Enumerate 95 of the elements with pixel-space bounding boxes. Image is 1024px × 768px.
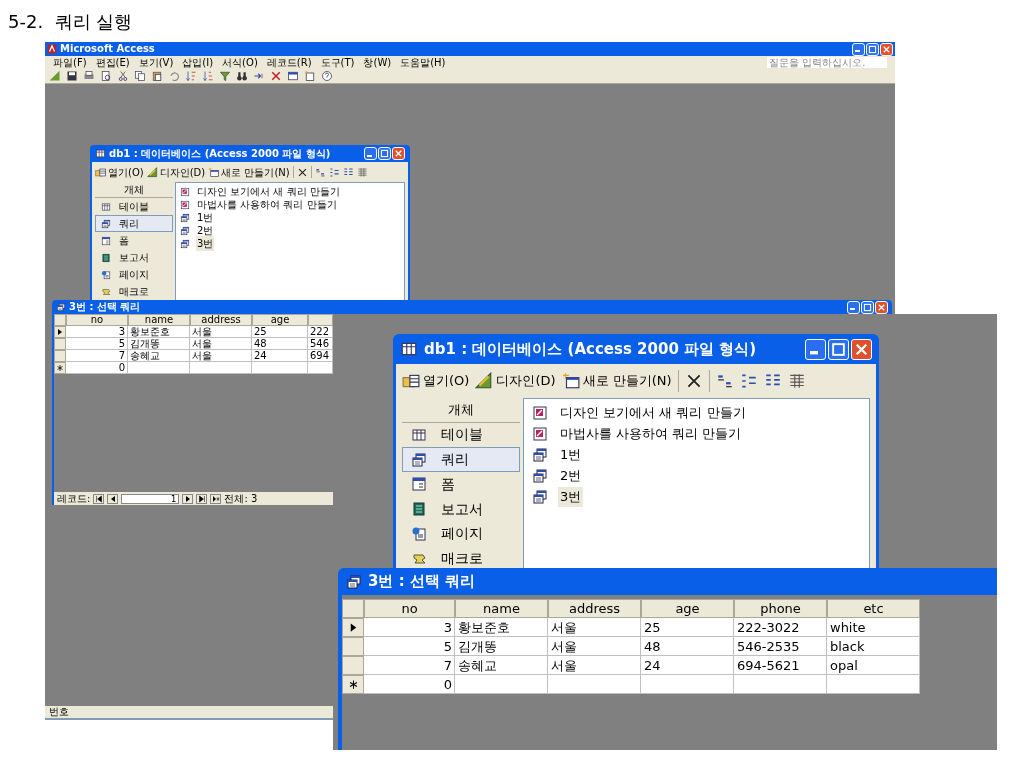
menu-item[interactable]: 삽입(I) (182, 57, 214, 68)
table-cell: 0 (364, 675, 455, 694)
toolbar-button[interactable]: 디자인(D) (146, 164, 206, 180)
menu-item[interactable]: 보기(V) (138, 57, 174, 68)
table-cell: 222 (308, 326, 333, 338)
toolbar-button[interactable]: 새로 만들기(N) (208, 164, 290, 180)
record-label: 레코드: (57, 493, 91, 504)
table-cell: 서울 (190, 338, 252, 350)
table-cell: 서울 (548, 656, 641, 675)
table-cell: 5 (364, 637, 455, 656)
toolbar-button[interactable]: 열기(O) (402, 371, 470, 391)
record-count: 전체: 3 (224, 493, 258, 504)
table-cell: 25 (252, 326, 308, 338)
toolbar-button[interactable]: 디자인(D) (475, 371, 556, 391)
table-cell: 48 (252, 338, 308, 350)
table-cell: 25 (641, 618, 734, 637)
object-type-item[interactable]: 쿼리 (95, 215, 173, 232)
table-cell: 3 (364, 618, 455, 637)
menu-item[interactable]: 도구(T) (320, 57, 355, 68)
object-list-item[interactable]: 2번 (558, 466, 584, 486)
menu-item[interactable]: 파일(F) (53, 57, 87, 68)
object-list-item[interactable]: 3번 (558, 487, 584, 507)
table-cell: white (827, 618, 920, 637)
object-type-item[interactable]: 쿼리 (402, 447, 520, 472)
column-header: phone (734, 599, 827, 618)
table-cell: 222-3022 (734, 618, 827, 637)
column-header: address (190, 314, 252, 326)
object-list-item[interactable]: 1번 (558, 445, 584, 465)
object-type-item[interactable]: 매크로 (95, 283, 173, 300)
object-type-item[interactable]: 폼 (402, 472, 520, 497)
object-type-item[interactable]: 페이지 (402, 521, 520, 547)
table-cell: 서울 (548, 637, 641, 656)
menu-item[interactable]: 편집(E) (95, 57, 130, 68)
object-type-item[interactable]: 매크로 (402, 546, 520, 571)
menu-item[interactable]: 창(W) (363, 57, 392, 68)
section-heading: 5-2. 쿼리 실행 (8, 10, 133, 34)
table-cell: 서울 (190, 350, 252, 362)
object-list-item[interactable]: 1번 (196, 210, 215, 225)
table-cell: 김개똥 (128, 338, 190, 350)
table-cell: 황보준호 (128, 326, 190, 338)
objects-header: 개체 (95, 182, 173, 198)
table-cell: 24 (252, 350, 308, 362)
table-cell: 송혜교 (128, 350, 190, 362)
window-title: db1 : 데이터베이스 (Access 2000 파일 형식) (424, 338, 757, 360)
table-cell: 546-2535 (734, 637, 827, 656)
window-title: 3번 : 선택 쿼리 (69, 302, 141, 312)
record-number-field[interactable]: 1 (121, 493, 180, 504)
object-list-item[interactable]: 2번 (196, 223, 215, 238)
app-title: Microsoft Access (60, 44, 156, 54)
toolbar-button[interactable]: 열기(O) (95, 164, 144, 180)
object-type-item[interactable]: 페이지 (95, 266, 173, 283)
table-cell: 김개똥 (455, 637, 548, 656)
object-type-item[interactable]: 보고서 (95, 249, 173, 266)
table-cell: black (827, 637, 920, 656)
menu-item[interactable]: 레코드(R) (266, 57, 312, 68)
table-cell: 서울 (548, 618, 641, 637)
column-header: age (252, 314, 308, 326)
table-cell: opal (827, 656, 920, 675)
column-header: name (455, 599, 548, 618)
object-type-item[interactable]: 테이블 (95, 198, 173, 215)
menu-item[interactable]: 도움말(H) (400, 57, 446, 68)
window-title: 3번 : 선택 쿼리 (368, 571, 476, 593)
object-list-item[interactable]: 마법사를 사용하여 쿼리 만들기 (558, 424, 744, 444)
object-type-item[interactable]: 보고서 (402, 496, 520, 522)
object-list-item[interactable]: 디자인 보기에서 새 쿼리 만들기 (558, 403, 748, 423)
column-header: no (364, 599, 455, 618)
table-cell: 황보준호 (455, 618, 548, 637)
window-title: db1 : 데이터베이스 (Access 2000 파일 형식) (109, 147, 331, 161)
table-cell: 송혜교 (455, 656, 548, 675)
object-type-item[interactable]: 테이블 (402, 422, 520, 448)
objects-header: 개체 (402, 398, 520, 423)
table-cell: 3 (66, 326, 128, 338)
table-cell: 서울 (190, 326, 252, 338)
table-cell: 24 (641, 656, 734, 675)
column-header: address (548, 599, 641, 618)
table-cell: 7 (364, 656, 455, 675)
toolbar-button[interactable]: 새로 만들기(N) (561, 371, 672, 391)
object-list-item[interactable]: 디자인 보기에서 새 쿼리 만들기 (196, 184, 341, 199)
object-list-item[interactable]: 마법사를 사용하여 쿼리 만들기 (196, 197, 338, 212)
table-cell: 5 (66, 338, 128, 350)
table-cell: 694 (308, 350, 333, 362)
table-cell: 694-5621 (734, 656, 827, 675)
object-type-item[interactable]: 폼 (95, 232, 173, 249)
help-search-field[interactable]: 질문을 입력하십시오. (767, 57, 887, 68)
column-header: etc (827, 599, 920, 618)
table-cell: 48 (641, 637, 734, 656)
column-header: no (66, 314, 128, 326)
table-cell: 546 (308, 338, 333, 350)
status-text: 번호 (49, 707, 69, 717)
column-header: name (128, 314, 190, 326)
table-cell: 0 (66, 362, 128, 374)
menu-item[interactable]: 서식(O) (222, 57, 258, 68)
object-list-item[interactable]: 3번 (196, 236, 215, 251)
table-cell: 7 (66, 350, 128, 362)
column-header: age (641, 599, 734, 618)
